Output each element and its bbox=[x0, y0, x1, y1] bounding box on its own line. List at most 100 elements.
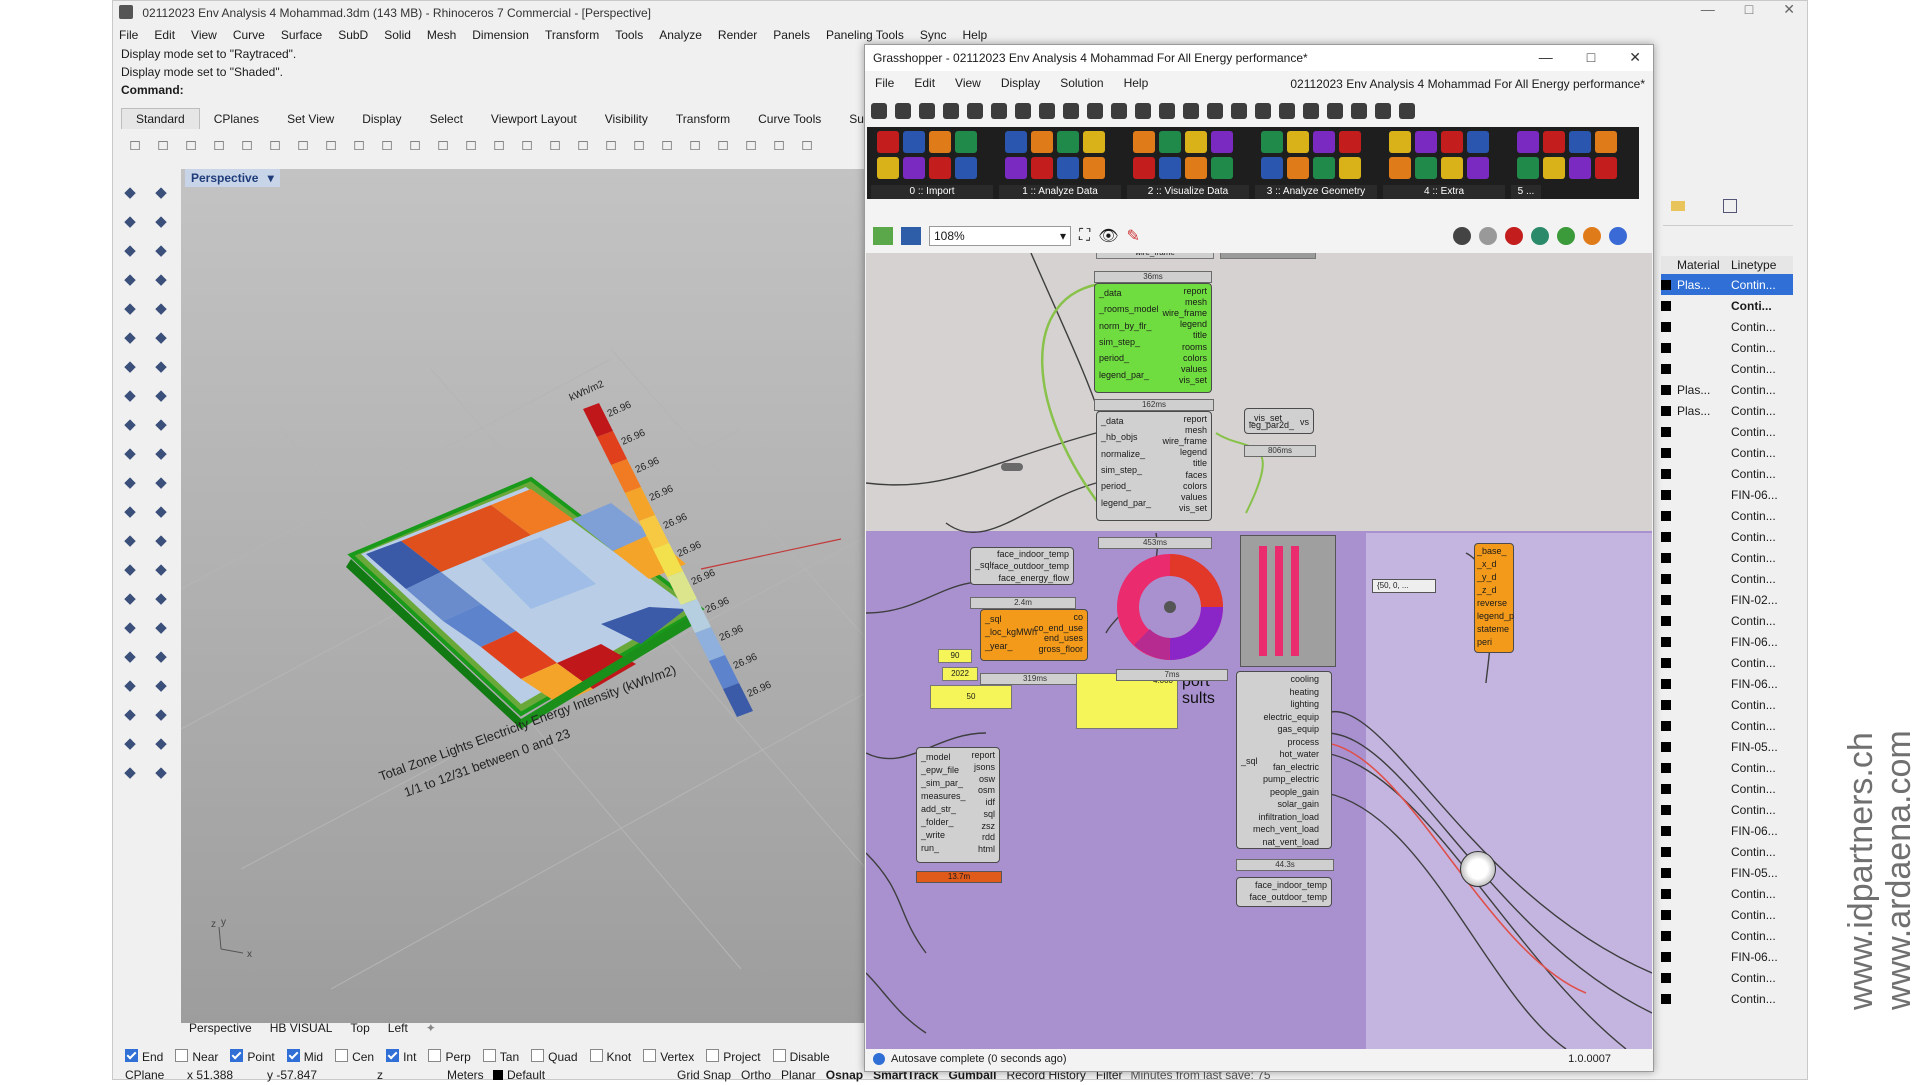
render-icon[interactable]: □ bbox=[767, 133, 791, 157]
layer-color-swatch[interactable] bbox=[1661, 699, 1671, 710]
output-param[interactable]: vs bbox=[1300, 417, 1309, 427]
checkbox[interactable] bbox=[335, 1049, 349, 1062]
output-param[interactable]: wire_frame bbox=[1162, 436, 1207, 446]
select-all-icon[interactable]: ◆ bbox=[117, 208, 143, 234]
analysis-tool-icon[interactable] bbox=[1595, 157, 1617, 179]
layer-row[interactable]: Contin... bbox=[1661, 841, 1793, 862]
face-results-component[interactable]: _sql face_indoor_temp face_outdoor_temp fac… bbox=[970, 547, 1074, 585]
layer-linetype[interactable]: Contin... bbox=[1731, 362, 1776, 376]
toolbar-tab[interactable]: Select bbox=[416, 109, 477, 129]
sweep-icon[interactable]: ◆ bbox=[148, 440, 174, 466]
display-tab-icon[interactable] bbox=[1087, 103, 1103, 119]
analysis-tool-icon[interactable] bbox=[1031, 157, 1053, 179]
layer-row[interactable]: Contin... bbox=[1661, 715, 1793, 736]
input-param[interactable]: norm_by_flr_ bbox=[1099, 321, 1152, 331]
layer-icon[interactable]: ◆ bbox=[148, 672, 174, 698]
layer-color-swatch[interactable] bbox=[1661, 384, 1671, 395]
checkbox[interactable] bbox=[772, 1049, 786, 1062]
layer-color-swatch[interactable] bbox=[1661, 594, 1671, 605]
analysis-tool-icon[interactable] bbox=[1569, 157, 1591, 179]
analysis-tool-icon[interactable] bbox=[1287, 157, 1309, 179]
analysis-tool-icon[interactable] bbox=[903, 131, 925, 153]
checkbox[interactable] bbox=[531, 1049, 545, 1062]
analysis-tool-icon[interactable] bbox=[1339, 157, 1361, 179]
layer-color-swatch[interactable] bbox=[1661, 342, 1671, 353]
preview-selected-icon[interactable] bbox=[1505, 227, 1523, 245]
ribbon-tab[interactable]: 2 :: Visualize Data bbox=[1127, 185, 1249, 199]
input-param[interactable]: legend_par_ bbox=[1099, 370, 1149, 380]
analysis-tool-icon[interactable] bbox=[903, 157, 925, 179]
analysis-tool-icon[interactable] bbox=[1083, 131, 1105, 153]
analysis-tool-icon[interactable] bbox=[1389, 157, 1411, 179]
analysis-tool-icon[interactable] bbox=[1211, 157, 1233, 179]
surface-tab-icon[interactable] bbox=[991, 103, 1007, 119]
layer-linetype[interactable]: Contin... bbox=[1731, 908, 1776, 922]
select-curves-icon[interactable]: ◆ bbox=[148, 208, 174, 234]
layer-linetype[interactable]: FIN-06... bbox=[1731, 677, 1778, 691]
layer-color-swatch[interactable] bbox=[1661, 363, 1671, 374]
layer-row[interactable]: Contin... bbox=[1661, 967, 1793, 988]
ufo-tab-icon[interactable] bbox=[1375, 103, 1391, 119]
analysis-tool-icon[interactable] bbox=[1005, 157, 1027, 179]
cut-icon[interactable]: □ bbox=[263, 133, 287, 157]
analysis-tool-icon[interactable] bbox=[1415, 157, 1437, 179]
join-icon[interactable]: ◆ bbox=[117, 614, 143, 640]
checkbox[interactable] bbox=[589, 1049, 603, 1062]
output-param[interactable]: electric_equip bbox=[1263, 712, 1319, 722]
osnap-point[interactable]: Point bbox=[230, 1049, 275, 1064]
menu-item[interactable]: Tools bbox=[615, 28, 643, 42]
kohi-tab-icon[interactable] bbox=[1327, 103, 1343, 119]
layer-color-swatch[interactable] bbox=[1661, 615, 1671, 626]
osnap-project[interactable]: Project bbox=[706, 1049, 761, 1064]
input-param[interactable]: period_ bbox=[1099, 353, 1129, 363]
layer-material[interactable]: Plas... bbox=[1677, 278, 1731, 292]
save-file-icon[interactable] bbox=[901, 227, 921, 245]
gh-menu-item[interactable]: Solution bbox=[1060, 76, 1103, 90]
point-icon[interactable]: ◆ bbox=[117, 237, 143, 263]
maths-tab-icon[interactable] bbox=[895, 103, 911, 119]
layer-linetype[interactable]: Contin... bbox=[1731, 845, 1776, 859]
layer-linetype[interactable]: FIN-06... bbox=[1731, 488, 1778, 502]
layer-linetype[interactable]: Contin... bbox=[1731, 572, 1776, 586]
honeybee-tab-icon[interactable] bbox=[1135, 103, 1151, 119]
layer-linetype[interactable]: Contin... bbox=[1731, 656, 1776, 670]
display-mode-icon[interactable] bbox=[1531, 227, 1549, 245]
input-param[interactable]: stateme bbox=[1477, 624, 1509, 634]
analysis-tool-icon[interactable] bbox=[1569, 131, 1591, 153]
output-param[interactable]: co bbox=[1073, 612, 1083, 622]
freeform-icon[interactable]: ◆ bbox=[117, 353, 143, 379]
output-param[interactable]: idf bbox=[985, 797, 995, 807]
dimension-icon[interactable]: ◆ bbox=[117, 643, 143, 669]
viewport-tab[interactable]: Top bbox=[350, 1021, 369, 1035]
input-param[interactable]: leg_par2d_ bbox=[1249, 420, 1294, 430]
layer-row[interactable]: Contin... bbox=[1661, 988, 1793, 1009]
output-param[interactable]: vis_set bbox=[1179, 375, 1207, 385]
right-chart-component[interactable]: _base_ _x_d _y_d _z_d reverse legend_p stateme… bbox=[1474, 543, 1514, 653]
output-param[interactable]: lighting bbox=[1290, 699, 1319, 709]
gh-menu-item[interactable]: View bbox=[955, 76, 981, 90]
menu-item[interactable]: Render bbox=[718, 28, 757, 42]
analysis-tool-icon[interactable] bbox=[1543, 131, 1565, 153]
input-param[interactable]: _year_ bbox=[985, 641, 1013, 651]
layer-linetype[interactable]: Contin... bbox=[1731, 992, 1776, 1006]
zoom-icon[interactable]: □ bbox=[431, 133, 455, 157]
surface-icon[interactable]: ◆ bbox=[148, 353, 174, 379]
osnap-knot[interactable]: Knot bbox=[589, 1049, 631, 1064]
output-param[interactable]: sql bbox=[983, 809, 995, 819]
output-param[interactable]: face_outdoor_temp bbox=[1249, 892, 1327, 902]
sketch-icon[interactable]: ✎ bbox=[1127, 226, 1140, 246]
input-param[interactable]: sim_step_ bbox=[1101, 465, 1142, 475]
ribbon-tab[interactable]: 1 :: Analyze Data bbox=[999, 185, 1121, 199]
layer-material[interactable]: Plas... bbox=[1677, 383, 1731, 397]
split-icon[interactable]: ◆ bbox=[148, 585, 174, 611]
param-block[interactable] bbox=[1220, 253, 1316, 259]
output-param[interactable]: pump_electric bbox=[1263, 774, 1319, 784]
telepathy-tab-icon[interactable] bbox=[1303, 103, 1319, 119]
texture-icon[interactable]: □ bbox=[739, 133, 763, 157]
display-mode-icon[interactable] bbox=[1583, 227, 1601, 245]
output-param[interactable]: face_outdoor_temp bbox=[991, 561, 1069, 571]
move-icon[interactable]: ◆ bbox=[117, 498, 143, 524]
layer-color-swatch[interactable] bbox=[1661, 300, 1671, 311]
urbano-tab-icon[interactable] bbox=[1399, 103, 1415, 119]
layer-linetype[interactable]: Contin... bbox=[1731, 383, 1776, 397]
